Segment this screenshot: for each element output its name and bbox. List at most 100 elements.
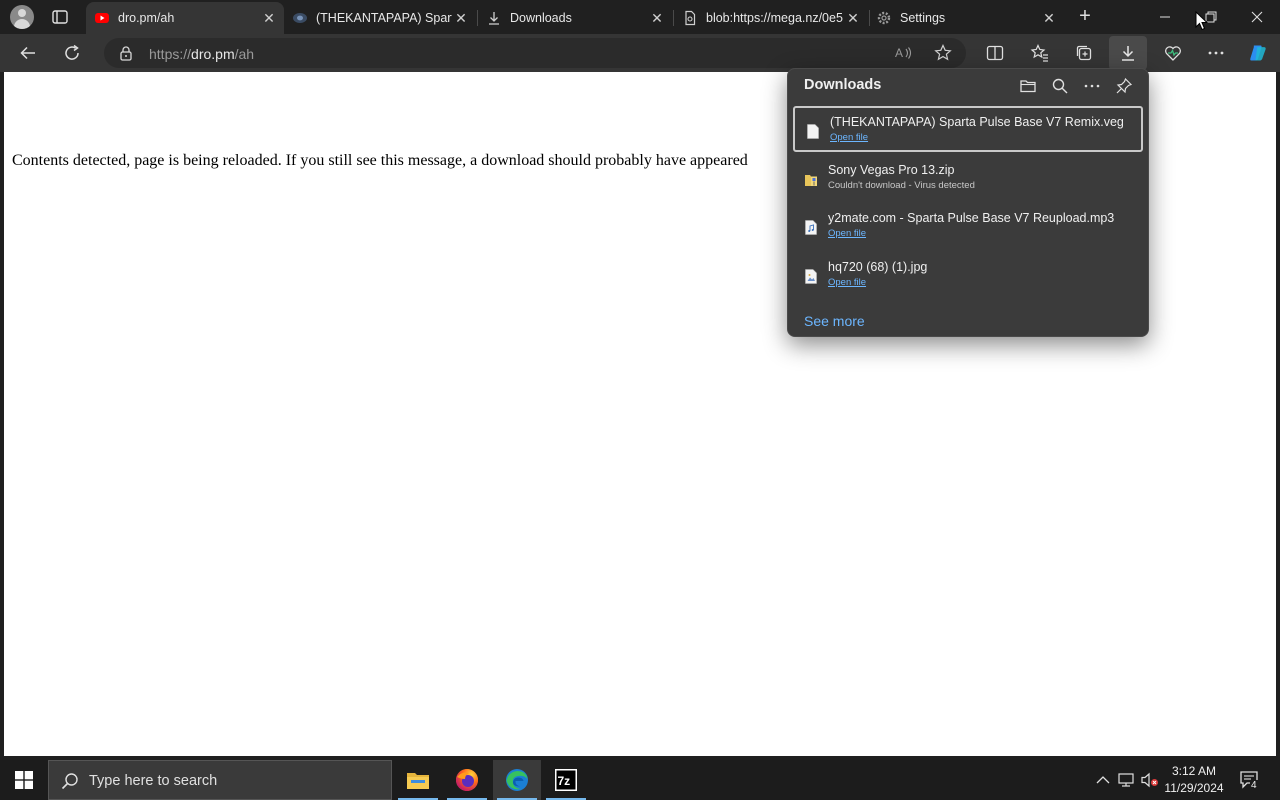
search-icon[interactable] — [1050, 76, 1070, 96]
svg-text:A: A — [895, 46, 903, 60]
tab-title: Settings — [900, 11, 946, 25]
zip-folder-icon — [805, 175, 817, 186]
download-filename: hq720 (68) (1).jpg — [828, 260, 928, 274]
download-item[interactable]: hq720 (68) (1).jpg Open file — [793, 253, 1143, 299]
close-icon[interactable]: ✕ — [452, 9, 470, 27]
action-center-button[interactable]: 4 — [1236, 760, 1264, 800]
taskbar-7zip[interactable]: 7z — [542, 760, 590, 800]
close-window-button[interactable] — [1234, 0, 1280, 34]
close-icon[interactable]: ✕ — [260, 9, 278, 27]
close-icon — [1251, 11, 1263, 23]
download-filename: y2mate.com - Sparta Pulse Base V7 Reuplo… — [828, 211, 1115, 225]
notification-count: 4 — [1250, 780, 1258, 791]
taskbar: Type here to search 7z 3:12 AM 11/29/202… — [0, 760, 1280, 800]
youtube-icon — [94, 10, 110, 26]
tab-thekantapapa[interactable]: (THEKANTAPAPA) Sparta ✕ — [284, 2, 476, 34]
collections-icon — [1076, 45, 1092, 61]
taskbar-file-explorer[interactable] — [394, 760, 442, 800]
copilot-icon — [1250, 45, 1266, 61]
show-hidden-icons-button[interactable] — [1092, 760, 1114, 800]
refresh-icon — [65, 44, 79, 60]
downloads-title: Downloads — [804, 77, 882, 93]
back-button[interactable] — [17, 42, 39, 64]
chevron-up-icon — [1096, 776, 1110, 784]
pin-icon[interactable] — [1114, 76, 1134, 96]
network-button[interactable] — [1116, 760, 1138, 800]
image-file-icon — [805, 269, 817, 284]
url-scheme: https:// — [149, 46, 192, 62]
back-arrow-icon — [20, 46, 35, 60]
tab-settings[interactable]: Settings ✕ — [868, 2, 1064, 34]
url-text: https://dro.pm/ah — [149, 46, 254, 62]
close-icon[interactable]: ✕ — [844, 9, 862, 27]
browser-essentials-button[interactable] — [1162, 42, 1184, 64]
search-icon — [61, 773, 78, 790]
copilot-button[interactable] — [1246, 41, 1270, 65]
start-button[interactable] — [0, 760, 48, 800]
site-icon — [292, 10, 308, 26]
download-item[interactable]: y2mate.com - Sparta Pulse Base V7 Reuplo… — [793, 204, 1143, 250]
download-filename: (THEKANTAPAPA) Sparta Pulse Base V7 Remi… — [830, 115, 1124, 129]
document-icon — [682, 10, 698, 26]
volume-muted-icon — [1141, 772, 1158, 788]
windows-logo-icon — [15, 771, 33, 789]
lock-icon[interactable] — [118, 45, 134, 61]
svg-text:7z: 7z — [558, 774, 571, 788]
folder-icon[interactable] — [1018, 76, 1038, 96]
settings-more-button[interactable] — [1205, 42, 1227, 64]
heart-pulse-icon — [1165, 46, 1181, 61]
split-screen-icon — [986, 45, 1004, 61]
address-bar[interactable]: https://dro.pm/ah A — [104, 38, 966, 68]
new-tab-button[interactable]: + — [1075, 6, 1095, 27]
audio-file-icon — [805, 220, 817, 235]
url-host: dro.pm — [191, 46, 235, 62]
firefox-icon — [456, 769, 478, 791]
7zip-icon: 7z — [555, 769, 577, 791]
see-more-link[interactable]: See more — [804, 313, 865, 329]
downloads-button[interactable] — [1109, 36, 1147, 70]
open-file-link[interactable]: Open file — [828, 228, 866, 239]
close-icon[interactable]: ✕ — [648, 9, 666, 27]
open-file-link[interactable]: Open file — [828, 277, 866, 288]
volume-button[interactable] — [1139, 760, 1161, 800]
open-file-link[interactable]: Open file — [830, 132, 868, 143]
refresh-button[interactable] — [61, 42, 83, 64]
read-aloud-icon: A — [895, 46, 912, 60]
browser-toolbar: https://dro.pm/ah A — [0, 34, 1280, 72]
clock-time: 3:12 AM — [1171, 764, 1217, 778]
tab-title: (THEKANTAPAPA) Sparta — [316, 11, 452, 25]
profile-avatar[interactable] — [10, 5, 34, 29]
minimize-button[interactable] — [1142, 0, 1188, 34]
file-icon — [807, 124, 819, 139]
page-message: Contents detected, page is being reloade… — [12, 152, 748, 169]
tab-actions-icon[interactable] — [50, 7, 70, 27]
taskbar-search[interactable]: Type here to search — [48, 760, 392, 800]
download-item[interactable]: (THEKANTAPAPA) Sparta Pulse Base V7 Remi… — [793, 106, 1143, 152]
network-icon — [1118, 773, 1134, 787]
taskbar-edge[interactable] — [493, 760, 541, 800]
tab-strip: dro.pm/ah ✕ (THEKANTAPAPA) Sparta ✕ Down… — [0, 0, 1280, 34]
download-icon — [486, 10, 502, 26]
more-icon[interactable] — [1082, 76, 1102, 96]
tab-blob-mega[interactable]: blob:https://mega.nz/0e5 ✕ — [674, 2, 868, 34]
download-item[interactable]: Sony Vegas Pro 13.zip Couldn't download … — [793, 156, 1143, 202]
download-error-status: Couldn't download - Virus detected — [828, 180, 975, 191]
tab-title: blob:https://mega.nz/0e5 — [706, 11, 843, 25]
file-explorer-icon — [407, 773, 429, 789]
collections-button[interactable] — [1073, 42, 1095, 64]
split-screen-button[interactable] — [984, 42, 1006, 64]
favorites-icon — [1030, 44, 1048, 62]
taskbar-clock[interactable]: 3:12 AM 11/29/2024 — [1160, 763, 1228, 797]
search-placeholder: Type here to search — [89, 773, 218, 789]
downloads-flyout: Downloads (THEKANTAPAPA) Sparta Pulse Ba… — [787, 68, 1149, 337]
download-filename: Sony Vegas Pro 13.zip — [828, 163, 955, 177]
tab-dro-pm[interactable]: dro.pm/ah ✕ — [86, 2, 284, 34]
minimize-icon — [1160, 16, 1170, 18]
favorites-button[interactable] — [1029, 42, 1051, 64]
edge-icon — [506, 769, 528, 791]
taskbar-firefox[interactable] — [443, 760, 491, 800]
favorite-button[interactable] — [932, 42, 954, 64]
read-aloud-button[interactable]: A — [892, 42, 914, 64]
close-icon[interactable]: ✕ — [1040, 9, 1058, 27]
tab-downloads[interactable]: Downloads ✕ — [478, 2, 672, 34]
